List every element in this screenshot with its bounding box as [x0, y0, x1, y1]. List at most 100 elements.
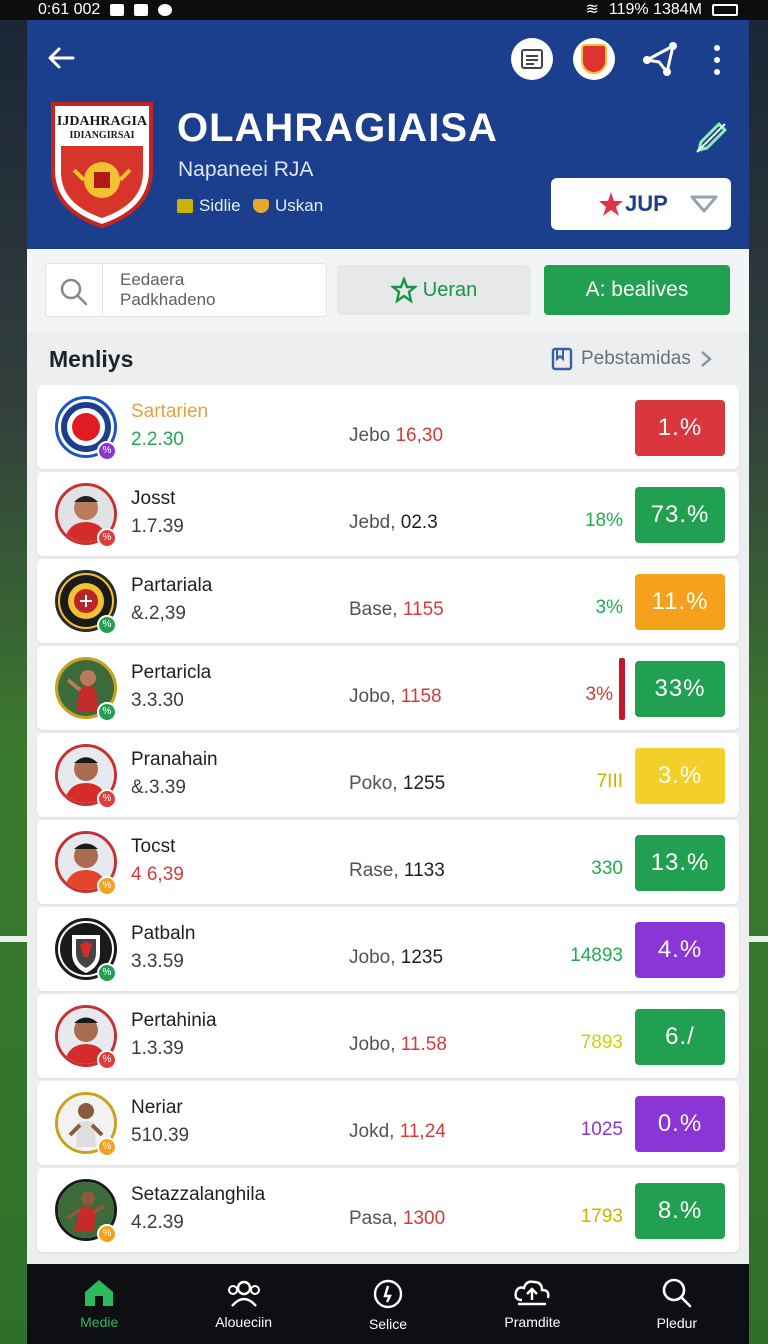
nav-item-home[interactable]: Medie	[27, 1264, 171, 1344]
player-name: Josst	[131, 488, 176, 509]
search-icon	[662, 1278, 692, 1308]
tag-item[interactable]: Sidlie	[177, 196, 241, 216]
player-name: Patbaln	[131, 923, 196, 944]
nav-item-group[interactable]: Aloueciin	[171, 1264, 315, 1344]
player-sub: &.2,39	[131, 603, 186, 624]
player-sub: &.3.39	[131, 777, 186, 798]
crest-line-2: IDIANGIRSAI	[69, 130, 135, 141]
notification-icon	[110, 4, 125, 16]
status-battery-text: 119% 1384M	[608, 1, 702, 18]
edit-button[interactable]	[691, 118, 731, 158]
percentage-badge: 1.%	[635, 400, 725, 456]
player-sub: 1.3.39	[131, 1038, 184, 1059]
chevron-down-icon	[690, 195, 718, 213]
nav-label: Aloueciin	[215, 1314, 273, 1330]
list-item[interactable]: % Partariala &.2,39 Base, 1155 3% 11.%	[37, 559, 739, 643]
nav-label: Pramdite	[504, 1314, 561, 1330]
stat-value: 02.3	[400, 512, 438, 533]
stat-label: Jokd,	[349, 1121, 395, 1142]
stat-value: 1133	[403, 860, 445, 881]
stat-label: Jobo,	[349, 947, 396, 968]
percentage-badge: 0.%	[635, 1096, 725, 1152]
app-screen: IJDAHRAGIA IDIANGIRSAI OLAHRAGIAISA Napa…	[27, 20, 749, 1344]
small-stat: 3%	[595, 597, 623, 618]
nav-item-upload[interactable]: Pramdite	[460, 1264, 604, 1344]
status-badge: %	[97, 1137, 117, 1157]
divider	[102, 264, 103, 318]
list-item[interactable]: % Patbaln 3.3.59 Jobo, 1235 14893 4.%	[37, 907, 739, 991]
status-badge: %	[97, 876, 117, 896]
star-icon	[599, 192, 623, 216]
tag-label: Sidlie	[199, 196, 241, 215]
list-item[interactable]: % Tocst 4 6,39 Rase, 1133 330 13.%	[37, 820, 739, 904]
small-stat: 7III	[596, 771, 623, 792]
section-title: Menliys	[49, 346, 134, 372]
search-box[interactable]: Eedaera Padkhadeno	[45, 263, 327, 318]
stat-value: 1235	[400, 947, 444, 968]
status-badge: %	[97, 963, 117, 983]
list-item[interactable]: % Pertaricla 3.3.30 Jobo, 1158 3% 33%	[37, 646, 739, 730]
list-item[interactable]: % Sartarien 2.2.30 Jebo 16,30 1.%	[37, 385, 739, 469]
notes-button[interactable]	[511, 38, 553, 80]
dot	[714, 45, 720, 51]
document-icon	[521, 49, 543, 69]
stat-label: Pasa,	[349, 1208, 398, 1229]
player-stat: Jokd, 11,24	[349, 1121, 446, 1143]
section-link[interactable]: Pebstamidas	[551, 347, 713, 371]
nav-item-search[interactable]: Pledur	[605, 1264, 749, 1344]
upload-icon	[514, 1280, 550, 1306]
percentage-badge: 73.%	[635, 487, 725, 543]
player-stat: Jobo, 11.58	[349, 1034, 447, 1056]
trend-bar	[619, 658, 625, 720]
list-item[interactable]: % Pranahain &.3.39 Poko, 1255 7III 3.%	[37, 733, 739, 817]
nav-label: Selice	[368, 1316, 408, 1332]
primary-action-label: A: bealives	[585, 278, 689, 301]
crest-line-1: IJDAHRAGIA	[56, 114, 148, 129]
pitch-line	[749, 936, 768, 942]
player-name: Neriar	[131, 1097, 183, 1118]
stadium-background-left	[0, 20, 28, 1344]
dropdown-label: JUP	[625, 191, 668, 216]
chevron-right-icon	[701, 351, 712, 367]
player-stat: Jebo 16,30	[349, 425, 443, 447]
player-name: Pranahain	[131, 749, 218, 770]
player-stat: Pasa, 1300	[349, 1208, 445, 1230]
primary-action-button[interactable]: A: bealives	[544, 265, 730, 315]
small-stat: 1793	[580, 1206, 623, 1227]
stat-label: Base,	[349, 599, 398, 620]
list-item[interactable]: % Pertahinia 1.3.39 Jobo, 11.58 7893 6./	[37, 994, 739, 1078]
player-stat: Jobo, 1158	[349, 686, 442, 708]
toolbar: Eedaera Padkhadeno Ueran A: bealives	[27, 249, 749, 331]
share-button[interactable]	[639, 38, 681, 80]
player-name: Sartarien	[131, 401, 209, 422]
player-sub: 3.3.59	[131, 951, 184, 972]
percentage-badge: 3.%	[635, 748, 725, 804]
small-stat: 18%	[584, 510, 623, 531]
player-stat: Jebd, 02.3	[349, 512, 438, 534]
edit-pencil-icon	[696, 122, 727, 153]
more-options-button[interactable]	[703, 38, 731, 82]
stat-value: 1300	[402, 1208, 446, 1229]
back-button[interactable]	[43, 42, 79, 78]
filter-label: Ueran	[422, 278, 478, 301]
pitch-line	[0, 936, 28, 942]
list-item[interactable]: % Josst 1.7.39 Jebd, 02.3 18% 73.%	[37, 472, 739, 556]
percentage-badge: 4.%	[635, 922, 725, 978]
small-stat: 3%	[585, 684, 613, 705]
stat-label: Jebo	[349, 425, 391, 446]
club-badge-button[interactable]	[573, 38, 615, 80]
tag-item[interactable]: Uskan	[253, 196, 323, 216]
filter-button[interactable]: Ueran	[337, 265, 531, 315]
stopwatch-icon	[373, 1279, 403, 1309]
list-item[interactable]: % Setazzalanghila 4.2.39 Pasa, 1300 1793…	[37, 1168, 739, 1252]
small-stat: 14893	[570, 945, 623, 966]
player-name: Setazzalanghila	[131, 1184, 266, 1205]
stat-label: Jebd,	[349, 512, 396, 533]
share-icon	[643, 42, 677, 76]
shield-icon	[253, 199, 269, 213]
nav-item-stopwatch[interactable]: Selice	[316, 1264, 460, 1344]
team-name: OLAHRAGIAISA	[177, 106, 498, 150]
competition-dropdown[interactable]: JUP	[551, 178, 731, 230]
section-link-label: Pebstamidas	[581, 348, 691, 369]
list-item[interactable]: % Neriar 510.39 Jokd, 11,24 1025 0.%	[37, 1081, 739, 1165]
